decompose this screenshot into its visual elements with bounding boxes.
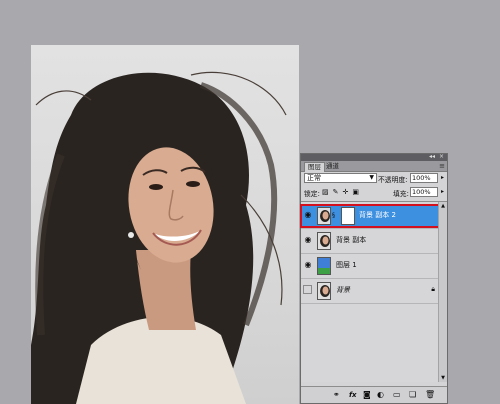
lock-all-icon[interactable]: ▣: [352, 187, 359, 197]
eye-icon[interactable]: ◉: [303, 260, 313, 270]
opacity-input[interactable]: 100%: [410, 173, 438, 183]
layer-list: ◉ § 背景 副本 2 ◉ 背景 副本 ◉ 图层 1 背景 🔒︎ ▲ ▼: [300, 201, 447, 382]
layer-row[interactable]: ◉ § 背景 副本 2: [300, 204, 447, 229]
eye-icon[interactable]: ◉: [303, 235, 313, 245]
layer-name[interactable]: 背景 副本: [336, 235, 366, 246]
lock-transparent-icon[interactable]: ▨: [322, 187, 329, 197]
link-layers-icon[interactable]: ⚭: [333, 390, 340, 400]
close-icon[interactable]: ×: [439, 153, 444, 160]
opacity-slider-arrow-icon[interactable]: ▸: [441, 174, 444, 181]
lock-options: ▨ ✎ ✛ ▣: [322, 187, 359, 197]
scroll-down-icon[interactable]: ▼: [439, 374, 447, 382]
new-group-icon[interactable]: ▭: [393, 390, 401, 400]
layer-row[interactable]: ◉ 图层 1: [301, 254, 439, 279]
layer-mask-thumbnail[interactable]: [341, 207, 355, 225]
lock-icon: 🔒︎: [431, 285, 435, 293]
scrollbar[interactable]: ▲ ▼: [438, 202, 447, 382]
layer-thumbnail: [317, 207, 331, 225]
adjustment-layer-icon[interactable]: ◐: [377, 390, 384, 400]
portrait-photo: [31, 71, 287, 404]
layer-name[interactable]: 图层 1: [336, 260, 357, 271]
chain-link-icon[interactable]: §: [332, 212, 335, 219]
panel-titlebar[interactable]: ◂◂ ×: [301, 153, 447, 161]
chevron-down-icon: ▼: [369, 174, 374, 181]
lock-position-icon[interactable]: ✛: [343, 187, 349, 197]
blend-row: 正常 ▼ 不透明度: 100% ▸: [304, 173, 444, 184]
collapse-icon[interactable]: ◂◂: [429, 153, 435, 160]
panel-bottom-toolbar: ⚭ fx ◙ ◐ ▭ ❏ 🗑︎: [301, 386, 447, 403]
panel-menu-icon[interactable]: ≡: [439, 161, 445, 171]
visibility-toggle[interactable]: [303, 285, 312, 294]
scroll-up-icon[interactable]: ▲: [439, 202, 447, 210]
layer-row[interactable]: 背景 🔒︎: [301, 279, 439, 304]
layer-row[interactable]: ◉ 背景 副本: [301, 229, 439, 254]
lock-paint-icon[interactable]: ✎: [333, 187, 339, 197]
opacity-label: 不透明度:: [378, 176, 408, 184]
fill-slider-arrow-icon[interactable]: ▸: [441, 188, 444, 195]
blend-mode-select[interactable]: 正常 ▼: [304, 173, 377, 183]
layer-name[interactable]: 背景 副本 2: [359, 210, 396, 221]
trash-icon[interactable]: 🗑︎: [425, 390, 435, 400]
panel-tabs: 图层 通道 ≡: [301, 161, 447, 172]
add-mask-icon[interactable]: ◙: [363, 390, 371, 400]
layer-thumbnail: [317, 232, 331, 250]
eye-icon[interactable]: ◉: [303, 210, 313, 220]
fill-label: 填充:: [393, 190, 409, 198]
lock-label: 锁定:: [304, 190, 320, 198]
lock-row: 锁定: ▨ ✎ ✛ ▣ 填充: 100% ▸: [304, 187, 444, 198]
layer-name[interactable]: 背景: [336, 285, 350, 296]
tab-layers[interactable]: 图层: [304, 162, 325, 172]
layers-panel: ◂◂ × 图层 通道 ≡ 正常 ▼ 不透明度: 100% ▸ 锁定: ▨ ✎ ✛…: [300, 153, 448, 404]
tab-channels[interactable]: 通道: [323, 162, 342, 171]
layer-thumbnail: [317, 282, 331, 300]
new-layer-icon[interactable]: ❏: [409, 390, 416, 400]
document-canvas[interactable]: [31, 45, 299, 404]
blend-mode-value: 正常: [307, 174, 321, 182]
fx-icon[interactable]: fx: [349, 390, 357, 400]
fill-input[interactable]: 100%: [410, 187, 438, 197]
layer-thumbnail: [317, 257, 331, 275]
